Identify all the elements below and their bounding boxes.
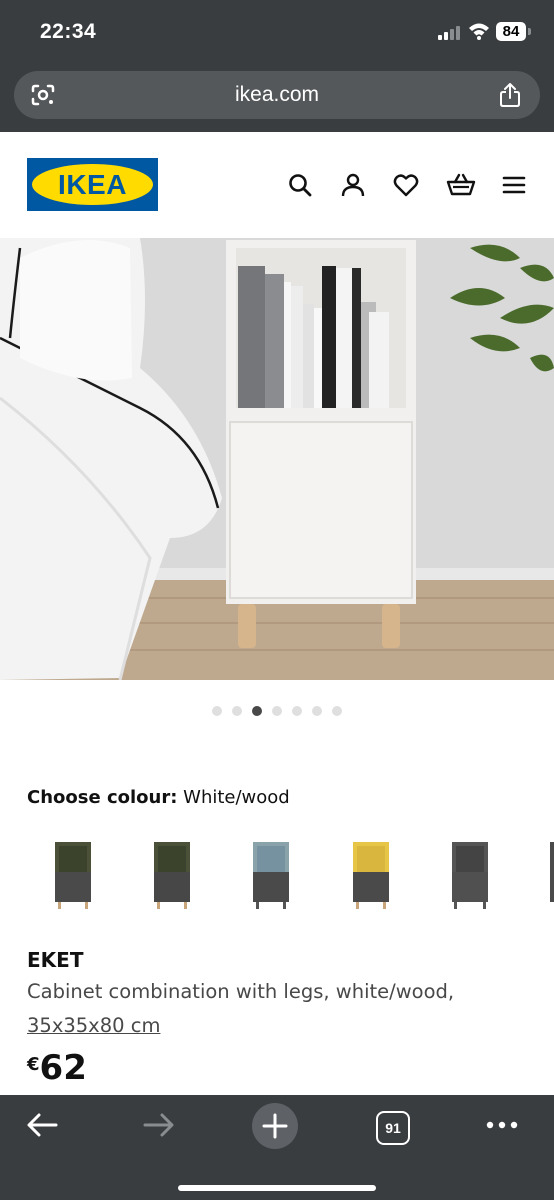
browser-toolbar: ikea.com: [0, 68, 554, 132]
logo-oval: IKEA: [32, 164, 153, 205]
cellular-signal-icon: [438, 26, 460, 40]
menu-icon[interactable]: [501, 172, 527, 198]
home-indicator: [178, 1185, 376, 1191]
browser-bottom-bar: 91: [0, 1095, 554, 1200]
gallery-dot[interactable]: [292, 706, 302, 716]
price-currency: €: [27, 1054, 40, 1075]
gallery-dot[interactable]: [332, 706, 342, 716]
more-options-icon[interactable]: [486, 1121, 518, 1129]
site-header: IKEA: [0, 132, 554, 238]
gallery-dot[interactable]: [272, 706, 282, 716]
heart-icon[interactable]: [393, 172, 419, 198]
plus-icon: [262, 1113, 288, 1139]
gallery-pagination: [0, 703, 554, 721]
wifi-icon: [469, 23, 489, 40]
address-bar[interactable]: ikea.com: [14, 71, 540, 119]
colour-swatch-partial[interactable]: [548, 840, 554, 910]
product-photo: [0, 238, 554, 680]
price-value: 62: [39, 1048, 87, 1088]
product-description: Cabinet combination with legs, white/woo…: [27, 980, 455, 1003]
share-icon[interactable]: [498, 82, 522, 108]
ikea-logo[interactable]: IKEA: [27, 158, 158, 211]
colour-chooser-label: Choose colour: White/wood: [27, 787, 290, 808]
back-arrow-icon[interactable]: [26, 1111, 58, 1139]
product-size-link[interactable]: 35x35x80 cm: [27, 1014, 160, 1037]
colour-swatch-dark-green[interactable]: [53, 840, 93, 910]
colour-swatches: [0, 828, 554, 918]
status-time: 22:34: [40, 20, 97, 43]
search-icon[interactable]: [287, 172, 313, 198]
colour-swatch-dark-grey[interactable]: [450, 840, 490, 910]
colour-swatch-light-blue[interactable]: [251, 840, 291, 910]
product-name: EKET: [27, 948, 84, 972]
new-tab-button[interactable]: [252, 1103, 298, 1149]
gallery-dot[interactable]: [212, 706, 222, 716]
basket-icon[interactable]: [446, 172, 476, 198]
colour-value: White/wood: [183, 787, 290, 808]
logo-text: IKEA: [58, 169, 127, 200]
product-image[interactable]: [0, 238, 554, 680]
product-price: €62: [27, 1048, 87, 1088]
status-bar: 22:34 84: [0, 0, 554, 68]
gallery-dot-active[interactable]: [252, 706, 262, 716]
tab-switcher-button[interactable]: 91: [376, 1111, 410, 1145]
gallery-dot[interactable]: [232, 706, 242, 716]
url-text: ikea.com: [234, 83, 320, 106]
battery-tip: [528, 28, 531, 35]
colour-label: Choose colour:: [27, 787, 178, 808]
colour-swatch-yellow[interactable]: [351, 840, 391, 910]
forward-arrow-icon[interactable]: [143, 1111, 175, 1139]
gallery-dot[interactable]: [312, 706, 322, 716]
account-icon[interactable]: [340, 172, 366, 198]
colour-swatch-dark-green[interactable]: [152, 840, 192, 910]
battery-indicator: 84: [496, 22, 526, 41]
